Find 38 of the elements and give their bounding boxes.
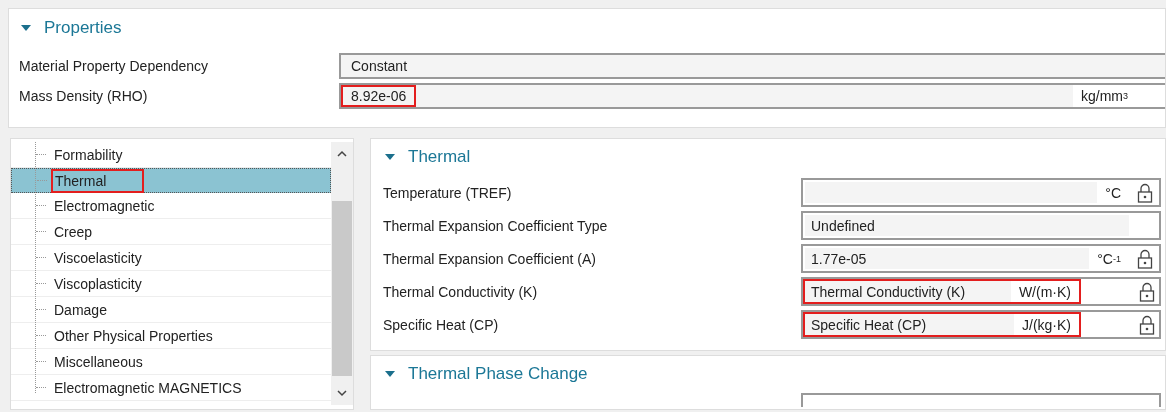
input-field[interactable] xyxy=(801,392,1161,407)
lock-icon[interactable] xyxy=(1139,281,1155,302)
tree-item[interactable]: Damage xyxy=(11,297,331,323)
property-label: Thermal Expansion Coefficient (A) xyxy=(383,250,597,267)
tree-item[interactable]: Viscoelasticity xyxy=(11,245,331,271)
input-field[interactable]: 8.92e-06 kg/mm$^{3}$ xyxy=(339,83,1165,109)
property-label: Thermal Conductivity (K) xyxy=(383,283,539,300)
property-label: Mass Density (RHO) xyxy=(19,88,149,104)
tree-item[interactable]: Other Physical Properties xyxy=(11,323,331,349)
tree-item[interactable]: Creep xyxy=(11,219,331,245)
collapse-triangle-icon[interactable] xyxy=(384,369,396,378)
section-title[interactable]: Properties xyxy=(44,18,122,38)
scroll-up-icon[interactable] xyxy=(337,150,347,157)
tree-item[interactable]: Thermal xyxy=(11,168,331,193)
tree-item[interactable]: Electromagnetic xyxy=(11,193,331,219)
input-field[interactable]: Thermal Conductivity (K) W/(m·K) xyxy=(801,277,1161,306)
input-field[interactable]: Constant xyxy=(339,53,1165,79)
input-field[interactable]: Specific Heat (CP) J/(kg·K) xyxy=(801,310,1161,339)
section-title[interactable]: Thermal xyxy=(408,147,471,167)
tree-item[interactable]: Viscoplasticity xyxy=(11,271,331,297)
section-title[interactable]: Thermal Phase Change xyxy=(408,363,588,384)
lock-icon[interactable] xyxy=(1137,182,1153,203)
collapse-triangle-icon[interactable] xyxy=(384,153,396,161)
unit-label: kg/mm$^{3}$ xyxy=(1073,85,1165,107)
property-label: Thermal Expansion Coefficient Type xyxy=(383,217,609,234)
collapse-triangle-icon[interactable] xyxy=(20,24,32,32)
property-label: Specific Heat (CP) xyxy=(383,316,500,333)
input-field[interactable]: Undefined xyxy=(801,211,1161,240)
property-label: Material Property Dependency xyxy=(19,58,210,74)
tree-item[interactable]: Electromagnetic MAGNETICS xyxy=(11,375,331,401)
lock-icon[interactable] xyxy=(1137,248,1153,269)
scroll-down-icon[interactable] xyxy=(337,390,347,397)
property-label: Temperature (TREF) xyxy=(383,184,513,201)
input-field[interactable]: 1.77e-05 °C$^{-1}$ xyxy=(801,244,1161,273)
input-field[interactable]: °C xyxy=(801,178,1161,207)
lock-icon[interactable] xyxy=(1139,314,1155,335)
tree-item[interactable]: Miscellaneous xyxy=(11,349,331,375)
scrollbar[interactable] xyxy=(331,142,353,405)
